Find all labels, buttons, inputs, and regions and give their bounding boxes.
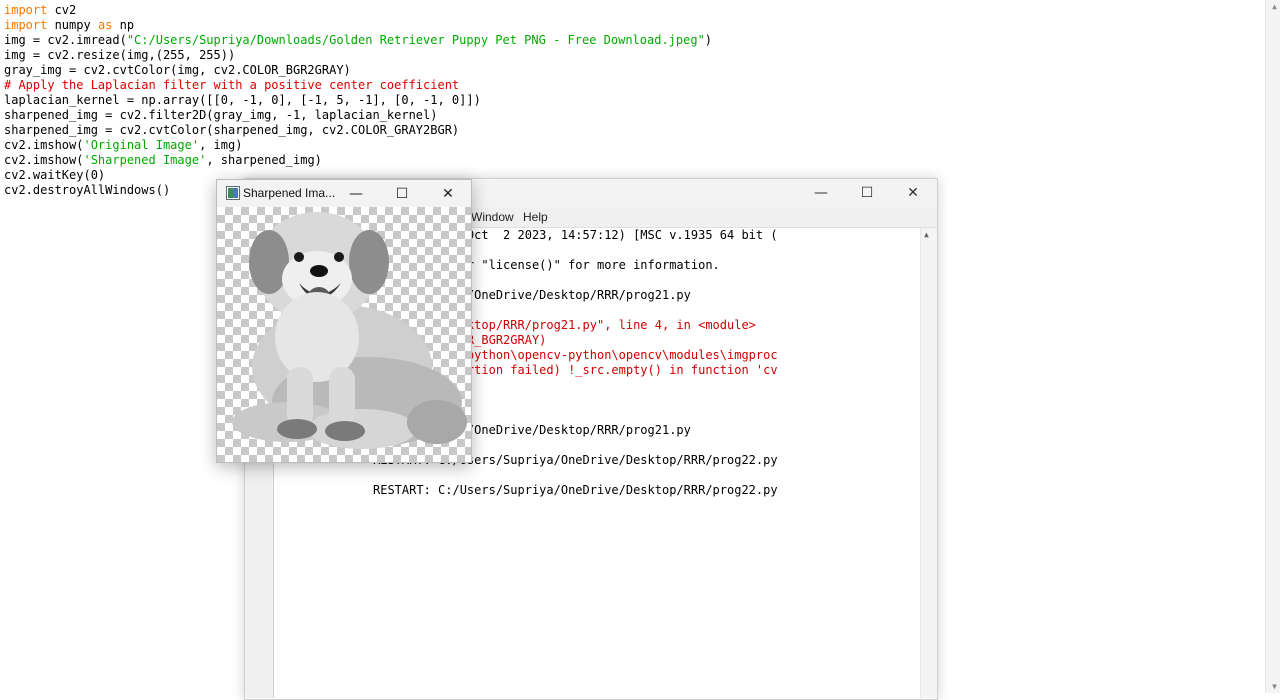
code-line: import numpy as np bbox=[4, 18, 712, 33]
code-token: 'Sharpened Image' bbox=[83, 153, 207, 167]
code-token: 'Original Image' bbox=[83, 138, 200, 152]
code-token: ) bbox=[704, 33, 713, 47]
scroll-up-arrow-icon[interactable]: ▲ bbox=[1272, 2, 1277, 11]
minimize-button[interactable]: — bbox=[798, 179, 844, 207]
minimize-icon: — bbox=[349, 185, 363, 202]
scroll-up-arrow-icon[interactable]: ▲ bbox=[924, 230, 929, 239]
code-token: gray_img = cv2.cvtColor(img, cv2.COLOR_B… bbox=[4, 63, 351, 77]
code-token: cv2.destroyAllWindows() bbox=[4, 183, 171, 197]
code-token: cv2.waitKey(0) bbox=[4, 168, 106, 182]
close-button[interactable]: ✕ bbox=[890, 179, 936, 207]
sharpened-image-window[interactable]: Sharpened Ima... — ☐ ✕ bbox=[216, 179, 472, 463]
scroll-down-arrow-icon[interactable]: ▼ bbox=[1272, 682, 1277, 691]
maximize-icon: ☐ bbox=[860, 185, 874, 201]
code-token: img = cv2.resize(img,(255, 255)) bbox=[4, 48, 236, 62]
code-token: as bbox=[97, 18, 113, 32]
close-icon: ✕ bbox=[442, 185, 454, 202]
code-token: , sharpened_img) bbox=[206, 153, 322, 167]
image-close-button[interactable]: ✕ bbox=[425, 180, 471, 207]
sharpened-image-canvas bbox=[217, 207, 471, 462]
code-line: img = cv2.resize(img,(255, 255)) bbox=[4, 48, 712, 63]
menu-help[interactable]: Help bbox=[523, 210, 548, 224]
code-line: import cv2 bbox=[4, 3, 712, 18]
code-token: # Apply the Laplacian filter with a posi… bbox=[4, 78, 460, 92]
code-line: gray_img = cv2.cvtColor(img, cv2.COLOR_B… bbox=[4, 63, 712, 78]
editor-vertical-scrollbar[interactable]: ▲ ▼ bbox=[1265, 0, 1280, 693]
puppy-image bbox=[232, 212, 467, 449]
code-token: import bbox=[4, 3, 48, 17]
code-line: # Apply the Laplacian filter with a posi… bbox=[4, 78, 712, 93]
shell-vertical-scrollbar[interactable]: ▲ bbox=[920, 228, 937, 698]
code-token: cv2.imshow( bbox=[4, 153, 84, 167]
app-icon bbox=[226, 186, 240, 200]
code-token: import bbox=[4, 18, 48, 32]
shell-output-line bbox=[373, 468, 921, 483]
code-token: sharpened_img = cv2.filter2D(gray_img, -… bbox=[4, 108, 438, 122]
maximize-icon: ☐ bbox=[395, 185, 409, 202]
maximize-button[interactable]: ☐ bbox=[844, 179, 890, 207]
code-token: cv2.imshow( bbox=[4, 138, 84, 152]
shell-output-line: RESTART: C:/Users/Supriya/OneDrive/Deskt… bbox=[373, 483, 778, 497]
code-line: laplacian_kernel = np.array([[0, -1, 0],… bbox=[4, 93, 712, 108]
code-line: sharpened_img = cv2.filter2D(gray_img, -… bbox=[4, 108, 712, 123]
code-token: "C:/Users/Supriya/Downloads/Golden Retri… bbox=[126, 33, 705, 47]
close-icon: ✕ bbox=[907, 185, 919, 201]
code-line: cv2.imshow('Original Image', img) bbox=[4, 138, 712, 153]
image-window-title: Sharpened Ima... bbox=[243, 186, 336, 200]
image-minimize-button[interactable]: — bbox=[333, 180, 379, 207]
code-line: cv2.imshow('Sharpened Image', sharpened_… bbox=[4, 153, 712, 168]
code-line: sharpened_img = cv2.cvtColor(sharpened_i… bbox=[4, 123, 712, 138]
code-token: sharpened_img = cv2.cvtColor(sharpened_i… bbox=[4, 123, 460, 137]
code-token: laplacian_kernel = np.array([[0, -1, 0],… bbox=[4, 93, 481, 107]
code-line: img = cv2.imread("C:/Users/Supriya/Downl… bbox=[4, 33, 712, 48]
menu-window[interactable]: Window bbox=[471, 210, 514, 224]
code-token: np bbox=[112, 18, 135, 32]
image-window-titlebar[interactable]: Sharpened Ima... — ☐ ✕ bbox=[217, 180, 471, 207]
image-maximize-button[interactable]: ☐ bbox=[379, 180, 425, 207]
minimize-icon: — bbox=[814, 185, 828, 201]
editor-text[interactable]: import cv2 import numpy as np img = cv2.im… bbox=[4, 3, 712, 198]
code-token: numpy bbox=[47, 18, 98, 32]
code-token: img = cv2.imread( bbox=[4, 33, 127, 47]
code-token: cv2 bbox=[47, 3, 77, 17]
code-token: , img) bbox=[199, 138, 243, 152]
